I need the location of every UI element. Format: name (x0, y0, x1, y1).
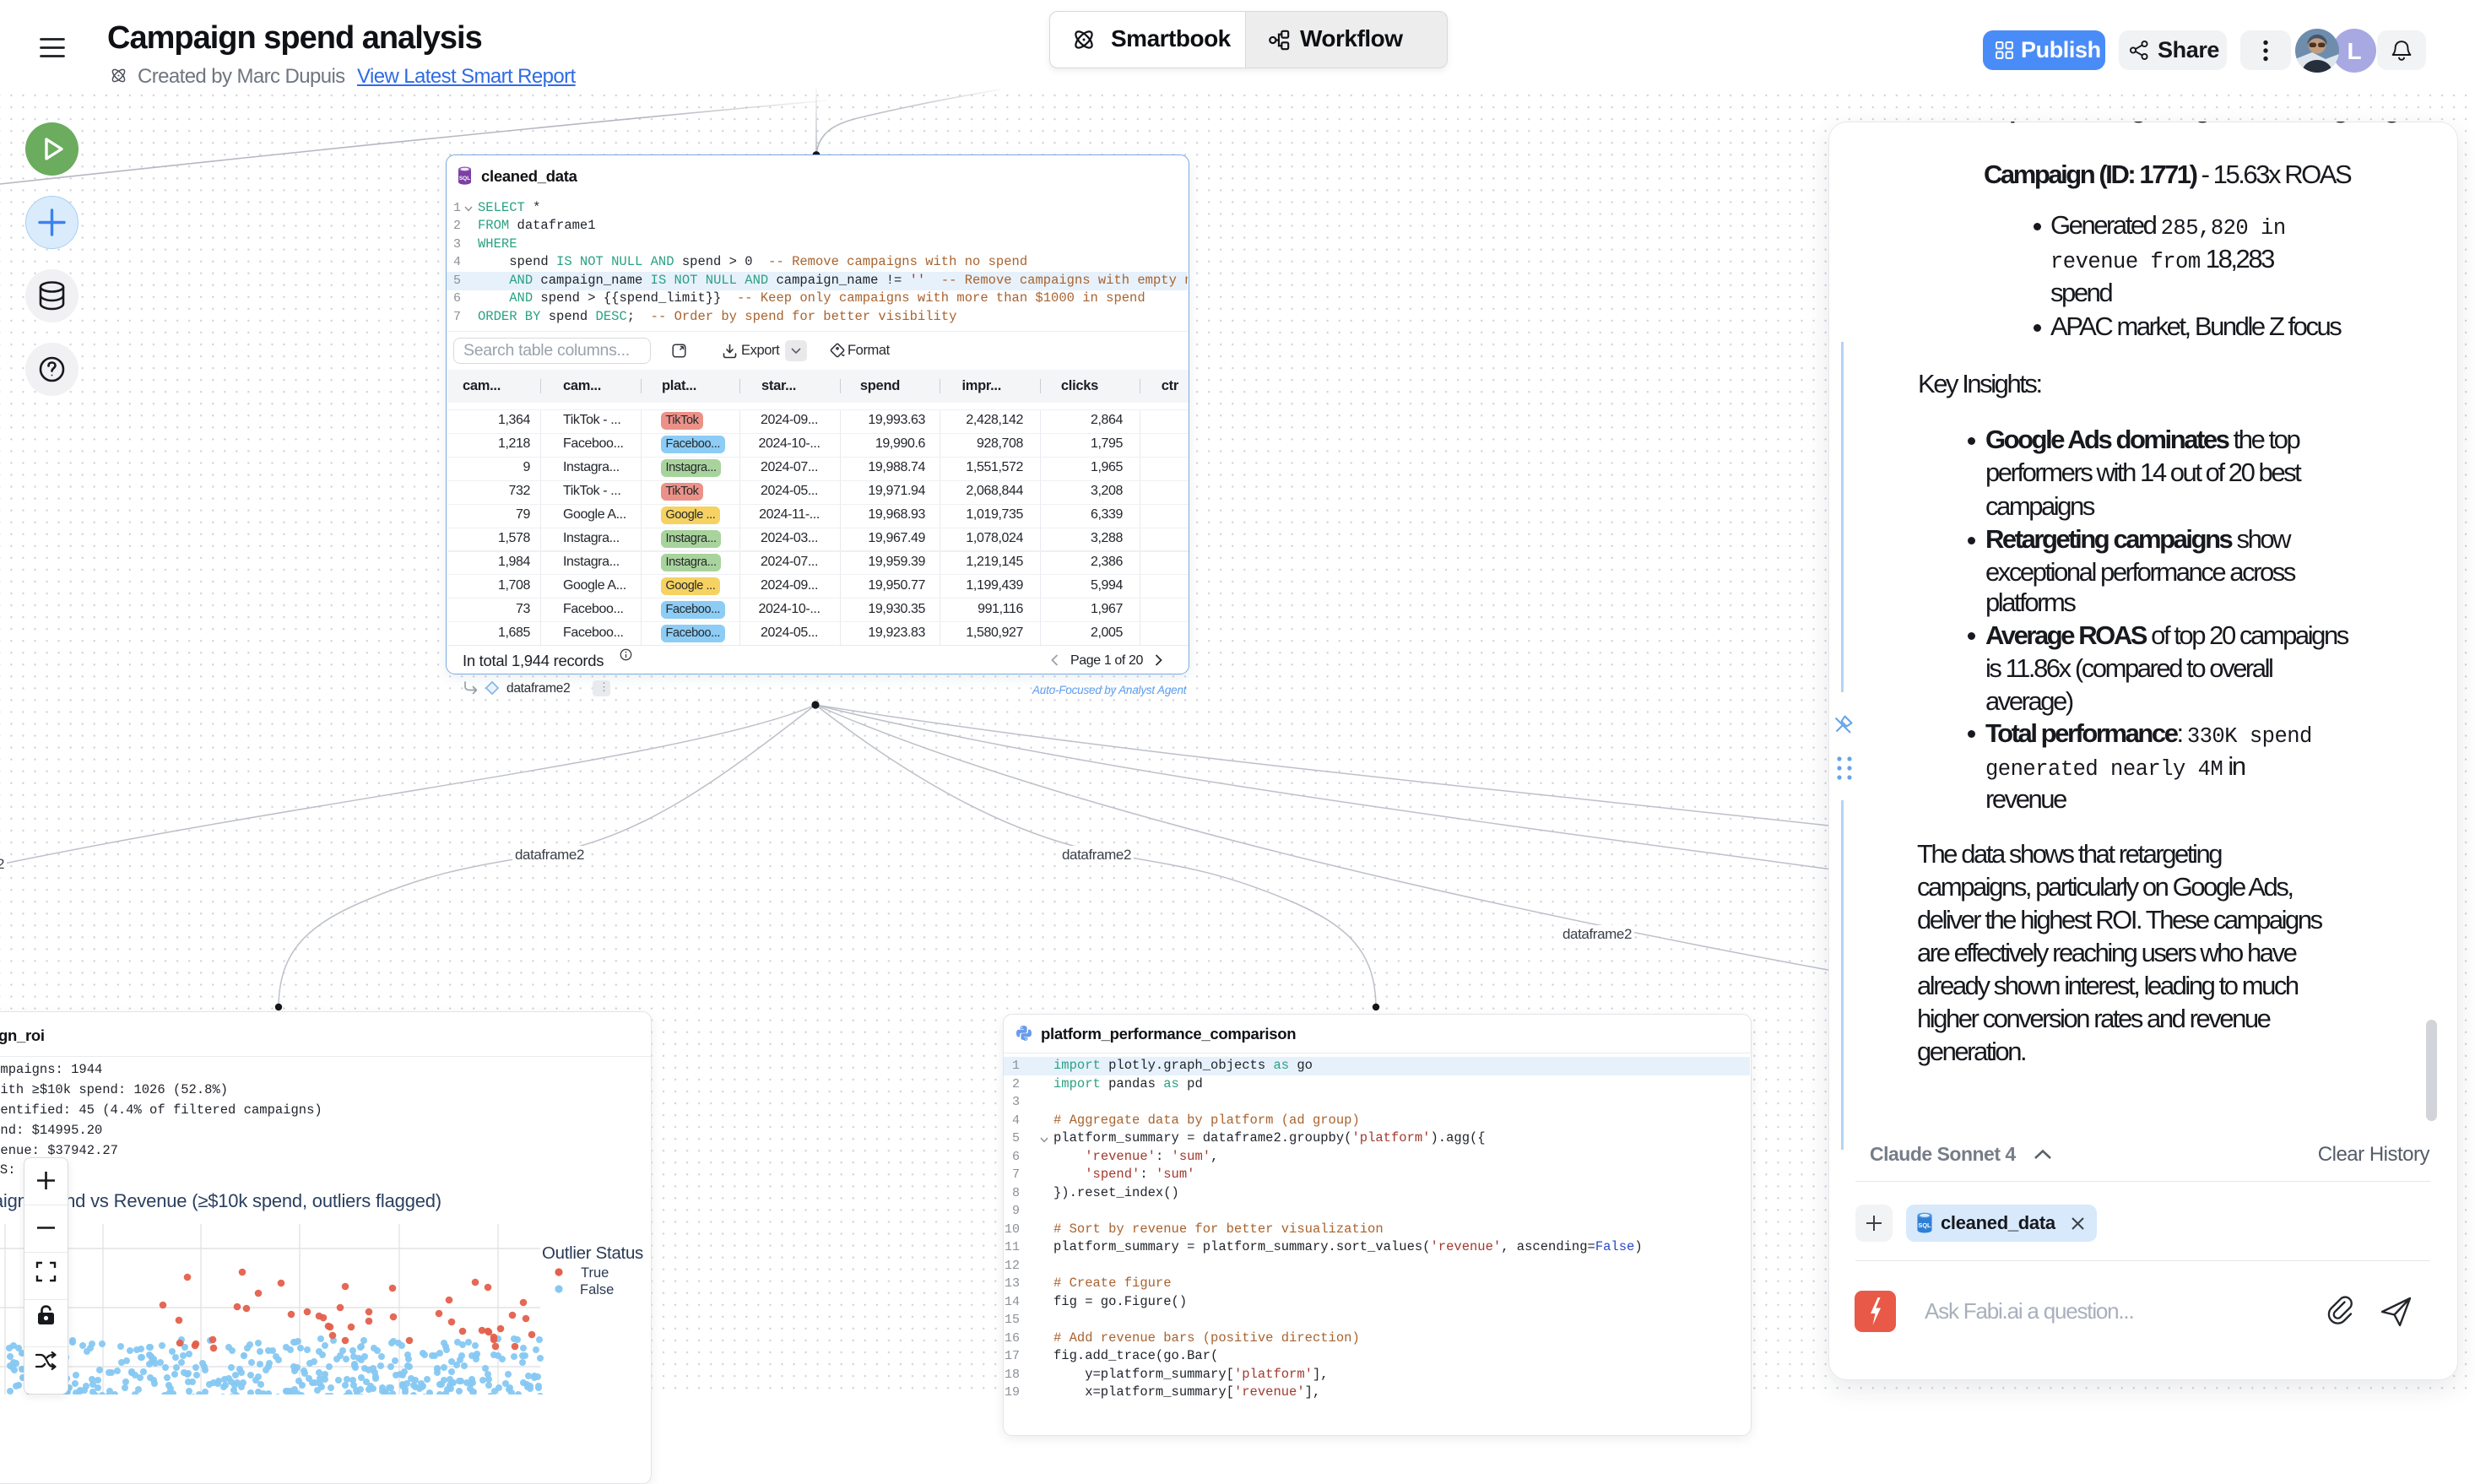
svg-text:True: True (581, 1265, 609, 1281)
svg-text:L: L (2347, 38, 2361, 64)
svg-text:False: False (580, 1282, 614, 1297)
svg-text:SQL: SQL (459, 176, 470, 181)
svg-text:Outlier Status: Outlier Status (542, 1243, 643, 1263)
svg-text:SQL: SQL (1918, 1221, 1931, 1229)
